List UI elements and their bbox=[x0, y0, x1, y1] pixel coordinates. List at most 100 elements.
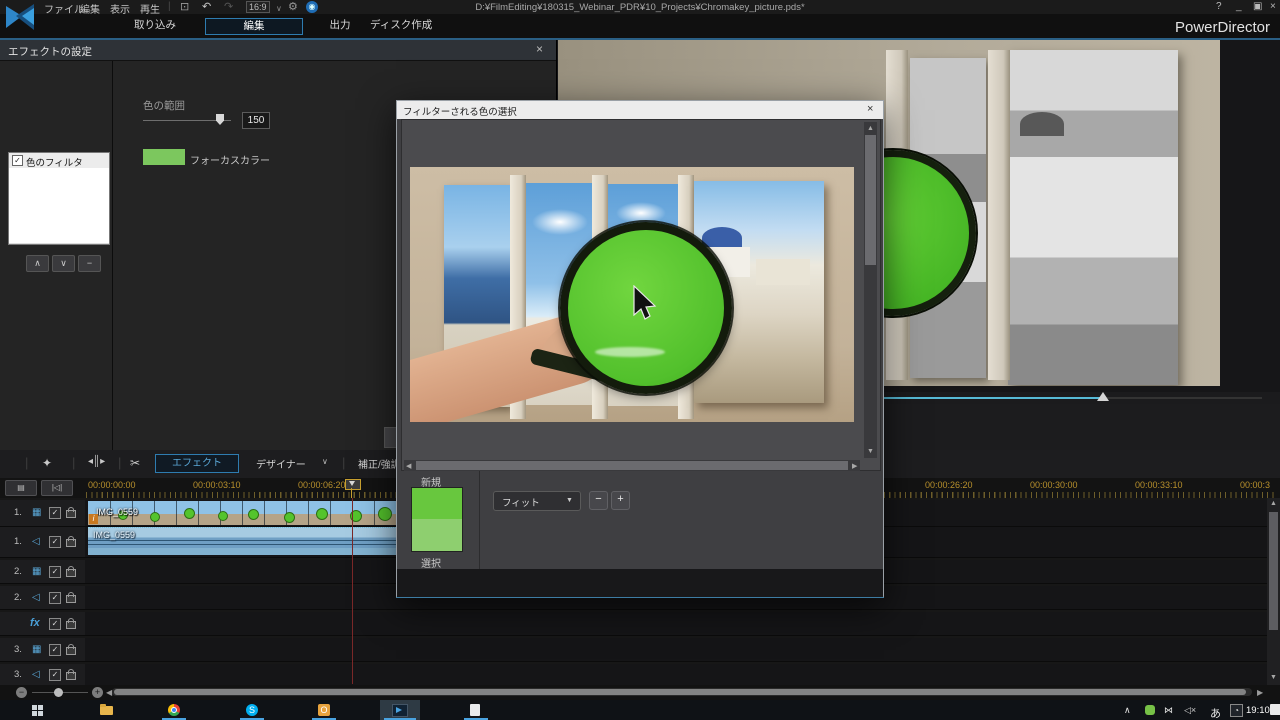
scroll-up-icon[interactable]: ▲ bbox=[1270, 500, 1277, 507]
document-app-icon[interactable] bbox=[470, 704, 480, 716]
split-icon[interactable]: ◂║▸ bbox=[88, 456, 105, 467]
track-manager-button[interactable]: ▤ bbox=[5, 480, 37, 496]
playhead-line[interactable] bbox=[352, 498, 353, 684]
tray-badge-icon[interactable]: ◔ bbox=[1230, 704, 1243, 717]
track-enable-checkbox[interactable]: ✓ bbox=[49, 507, 61, 519]
seek-thumb[interactable] bbox=[1097, 392, 1109, 401]
action-center-icon[interactable] bbox=[1270, 704, 1280, 715]
effect-room-button[interactable]: エフェクト bbox=[155, 454, 239, 473]
close-button[interactable]: × bbox=[1270, 1, 1276, 12]
powerdirector-taskbar-button[interactable] bbox=[380, 700, 420, 720]
dialog-vertical-scrollbar[interactable]: ▲ ▼ bbox=[864, 122, 877, 458]
audio-lane-3[interactable] bbox=[85, 664, 1280, 687]
clip-info-badge[interactable]: i bbox=[89, 514, 98, 524]
list-item-empty[interactable] bbox=[9, 183, 109, 199]
track-enable-checkbox[interactable]: ✓ bbox=[49, 669, 61, 681]
remove-filter-button[interactable]: − bbox=[78, 255, 101, 272]
dropbox-icon[interactable]: ⋈ bbox=[1164, 705, 1173, 716]
lock-icon[interactable] bbox=[66, 510, 76, 518]
lock-icon[interactable] bbox=[66, 539, 76, 547]
focus-color-swatch[interactable] bbox=[143, 149, 185, 165]
timeline-horizontal-scrollbar[interactable] bbox=[112, 688, 1252, 696]
tab-disc[interactable]: ディスク作成 bbox=[370, 18, 432, 33]
scroll-down-icon[interactable]: ▼ bbox=[867, 448, 874, 455]
snap-marker-button[interactable]: |◁| bbox=[41, 480, 73, 496]
dialog-preview-image[interactable] bbox=[410, 167, 854, 422]
tracks-vertical-scrollbar[interactable]: ▲ ▼ bbox=[1267, 498, 1280, 685]
skype-icon[interactable]: S bbox=[246, 704, 258, 716]
scroll-right-icon[interactable]: ▶ bbox=[1257, 688, 1263, 697]
tab-capture[interactable]: 取り込み bbox=[125, 18, 185, 33]
tab-edit[interactable]: 編集 bbox=[205, 18, 303, 35]
list-item-color-filter[interactable]: ✓ 色のフィルタ bbox=[9, 153, 109, 169]
ime-indicator[interactable]: あ bbox=[1210, 705, 1221, 720]
zoom-out-button[interactable]: − bbox=[589, 491, 608, 510]
capture-icon[interactable]: ◉ bbox=[306, 1, 318, 13]
fx-lane[interactable] bbox=[85, 612, 1280, 636]
zoom-in-button[interactable]: + bbox=[92, 687, 103, 698]
lock-icon[interactable] bbox=[66, 621, 76, 629]
dialog-vscroll-thumb[interactable] bbox=[865, 135, 876, 265]
redo-icon[interactable]: ↷ bbox=[224, 0, 233, 14]
file-explorer-icon[interactable] bbox=[100, 706, 113, 715]
color-range-value[interactable]: 150 bbox=[242, 112, 270, 129]
aspect-ratio-selector[interactable]: 16:9 bbox=[246, 1, 270, 13]
outlook-icon[interactable]: O bbox=[318, 704, 330, 716]
tray-chevron-icon[interactable]: ∧ bbox=[1124, 705, 1131, 716]
zoom-mode-dropdown[interactable]: フィット ▼ bbox=[493, 491, 581, 511]
lock-icon[interactable] bbox=[66, 672, 76, 680]
effect-panel-close-icon[interactable]: × bbox=[536, 42, 543, 56]
zoom-out-button[interactable]: − bbox=[16, 687, 27, 698]
move-down-button[interactable]: ∨ bbox=[52, 255, 75, 272]
scroll-down-icon[interactable]: ▼ bbox=[1270, 674, 1277, 681]
list-item-empty[interactable] bbox=[9, 213, 109, 229]
lock-icon[interactable] bbox=[66, 647, 76, 655]
help-button[interactable]: ? bbox=[1216, 1, 1222, 12]
tab-produce[interactable]: 出力 bbox=[320, 18, 360, 33]
track-number: 1. bbox=[14, 507, 22, 518]
scroll-up-icon[interactable]: ▲ bbox=[867, 125, 874, 132]
video-lane-3[interactable] bbox=[85, 638, 1280, 662]
magic-tool-icon[interactable]: ✦ bbox=[42, 456, 52, 470]
track-number: 1. bbox=[14, 536, 22, 547]
zoom-in-button[interactable]: + bbox=[611, 491, 630, 510]
dialog-close-icon[interactable]: × bbox=[867, 103, 873, 115]
color-filter-checkbox[interactable]: ✓ bbox=[12, 155, 23, 166]
track-enable-checkbox[interactable]: ✓ bbox=[49, 618, 61, 630]
designer-chevron-icon[interactable]: ∨ bbox=[322, 457, 328, 466]
settings-gear-icon[interactable]: ⚙ bbox=[288, 0, 298, 14]
selected-color-label: 選択 bbox=[421, 555, 441, 570]
track-enable-checkbox[interactable]: ✓ bbox=[49, 566, 61, 578]
color-range-slider-thumb[interactable] bbox=[216, 114, 224, 125]
volume-muted-icon[interactable]: ◁× bbox=[1184, 705, 1196, 716]
scroll-right-icon[interactable]: ▶ bbox=[852, 462, 857, 470]
lock-icon[interactable] bbox=[66, 595, 76, 603]
tracks-scrollbar-thumb[interactable] bbox=[1269, 512, 1278, 630]
timeline-scrollbar-thumb[interactable] bbox=[114, 689, 1246, 695]
track-enable-checkbox[interactable]: ✓ bbox=[49, 592, 61, 604]
lock-icon[interactable] bbox=[66, 569, 76, 577]
restore-button[interactable]: ▣ bbox=[1253, 1, 1262, 12]
list-item-empty[interactable] bbox=[9, 168, 109, 184]
list-item-empty[interactable] bbox=[9, 228, 109, 244]
dialog-hscroll-thumb[interactable] bbox=[416, 461, 848, 470]
dialog-horizontal-scrollbar[interactable]: ◀ ▶ bbox=[404, 460, 860, 471]
track-enable-checkbox[interactable]: ✓ bbox=[49, 536, 61, 548]
undo-icon[interactable]: ↶ bbox=[202, 0, 211, 14]
zoom-slider-thumb[interactable] bbox=[54, 688, 63, 697]
track-enable-checkbox[interactable]: ✓ bbox=[49, 644, 61, 656]
start-button-icon[interactable] bbox=[32, 705, 43, 716]
designer-button[interactable]: デザイナー bbox=[256, 456, 306, 471]
fix-enhance-button[interactable]: 補正/強調 bbox=[358, 456, 401, 471]
clock[interactable]: 19:10 bbox=[1246, 705, 1270, 716]
tray-green-app-icon[interactable] bbox=[1145, 705, 1155, 715]
minimize-button[interactable]: _ bbox=[1236, 1, 1242, 12]
chrome-icon[interactable] bbox=[168, 704, 180, 716]
list-item-empty[interactable] bbox=[9, 198, 109, 214]
white-building bbox=[756, 259, 810, 285]
save-icon[interactable]: ⊡ bbox=[180, 0, 189, 14]
dialog-preview-area[interactable]: ▲ ▼ ◀ ▶ bbox=[401, 119, 881, 471]
scroll-left-icon[interactable]: ◀ bbox=[406, 462, 411, 470]
move-up-button[interactable]: ∧ bbox=[26, 255, 49, 272]
scissors-icon[interactable]: ✂ bbox=[130, 456, 140, 470]
